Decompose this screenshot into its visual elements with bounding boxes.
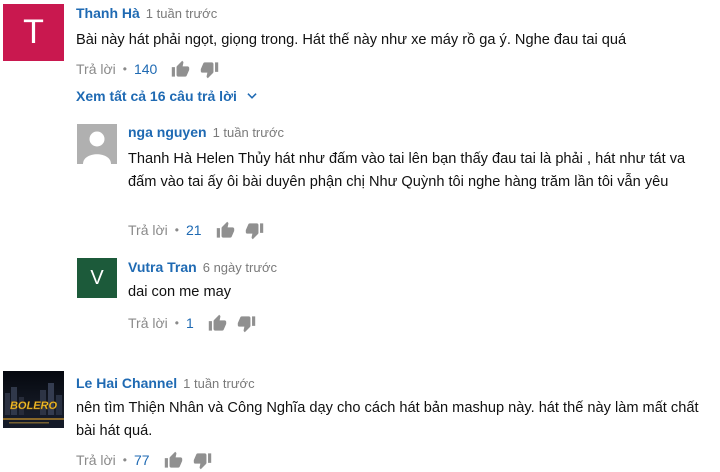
channel-logo-image: BOLERO [3, 371, 64, 428]
comment-actions: Trả lời • 1 [128, 312, 266, 334]
thumbs-up-icon[interactable] [171, 60, 190, 79]
like-count: 1 [185, 315, 194, 331]
thumbs-down-icon[interactable] [245, 221, 264, 240]
separator-dot: • [122, 453, 127, 467]
author-name[interactable]: Le Hai Channel [76, 375, 177, 391]
chevron-down-icon [247, 93, 257, 99]
comment-text: dai con me may [128, 284, 232, 300]
thumbs-down-icon[interactable] [200, 60, 219, 79]
avatar[interactable]: T [3, 4, 64, 61]
reply-button[interactable]: Trả lời [128, 315, 168, 331]
avatar-letter: V [90, 266, 104, 289]
author-name[interactable]: nga nguyen [128, 124, 207, 140]
view-replies-label: Xem tất cả 16 câu trả lời [76, 88, 237, 104]
avatar[interactable]: V [77, 258, 117, 298]
comment-time[interactable]: 6 ngày trước [203, 260, 277, 275]
thumbs-up-icon[interactable] [164, 451, 183, 470]
reply-button[interactable]: Trả lời [128, 222, 168, 238]
avatar[interactable]: BOLERO [3, 371, 64, 428]
default-user-icon [83, 131, 111, 164]
reply-button[interactable]: Trả lời [76, 452, 116, 468]
comment-time[interactable]: 1 tuần trước [146, 6, 217, 21]
view-replies-button[interactable]: Xem tất cả 16 câu trả lời [76, 88, 259, 104]
thumbs-down-icon[interactable] [193, 451, 212, 470]
like-count: 77 [133, 452, 150, 468]
reply-comment: V Vutra Tran 6 ngày trước dai con me may … [0, 256, 720, 336]
like-count: 140 [133, 61, 158, 77]
comment-actions: Trả lời • 140 [76, 58, 229, 80]
comment-time[interactable]: 1 tuần trước [183, 376, 254, 391]
comment-thread: BOLERO Le Hai Channel 1 tuần trước nên tì… [0, 370, 720, 472]
comment-header: Thanh Hà 1 tuần trước [76, 3, 716, 23]
comment-actions: Trả lời • 77 [76, 449, 222, 471]
thumbs-up-icon[interactable] [216, 221, 235, 240]
separator-dot: • [174, 316, 179, 330]
avatar[interactable] [77, 124, 117, 164]
like-count: 21 [185, 222, 202, 238]
thumbs-up-icon[interactable] [208, 314, 227, 333]
comment-header: Le Hai Channel 1 tuần trước [76, 373, 716, 393]
comment-text: nên tìm Thiện Nhân và Công Nghĩa dạy cho… [76, 400, 699, 439]
reply-comment: nga nguyen 1 tuần trước Thanh Hà Helen Th… [0, 118, 720, 243]
author-name[interactable]: Vutra Tran [128, 259, 197, 275]
avatar-letter: T [23, 13, 44, 51]
comment-actions: Trả lời • 21 [128, 219, 274, 241]
comment-time[interactable]: 1 tuần trước [213, 125, 284, 140]
comment-text: Bài này hát phải ngọt, giọng trong. Hát … [76, 32, 627, 48]
separator-dot: • [122, 62, 127, 76]
author-name[interactable]: Thanh Hà [76, 5, 140, 21]
reply-button[interactable]: Trả lời [76, 61, 116, 77]
channel-logo-text: BOLERO [10, 400, 58, 412]
separator-dot: • [174, 223, 179, 237]
comment-thread: T Thanh Hà 1 tuần trước Bài này hát phải … [0, 0, 720, 110]
comment-header: Vutra Tran 6 ngày trước [128, 257, 713, 277]
comment-text: Thanh Hà Helen Thủy hát như đấm vào tai … [128, 151, 686, 190]
comment-header: nga nguyen 1 tuần trước [128, 122, 713, 142]
thumbs-down-icon[interactable] [237, 314, 256, 333]
